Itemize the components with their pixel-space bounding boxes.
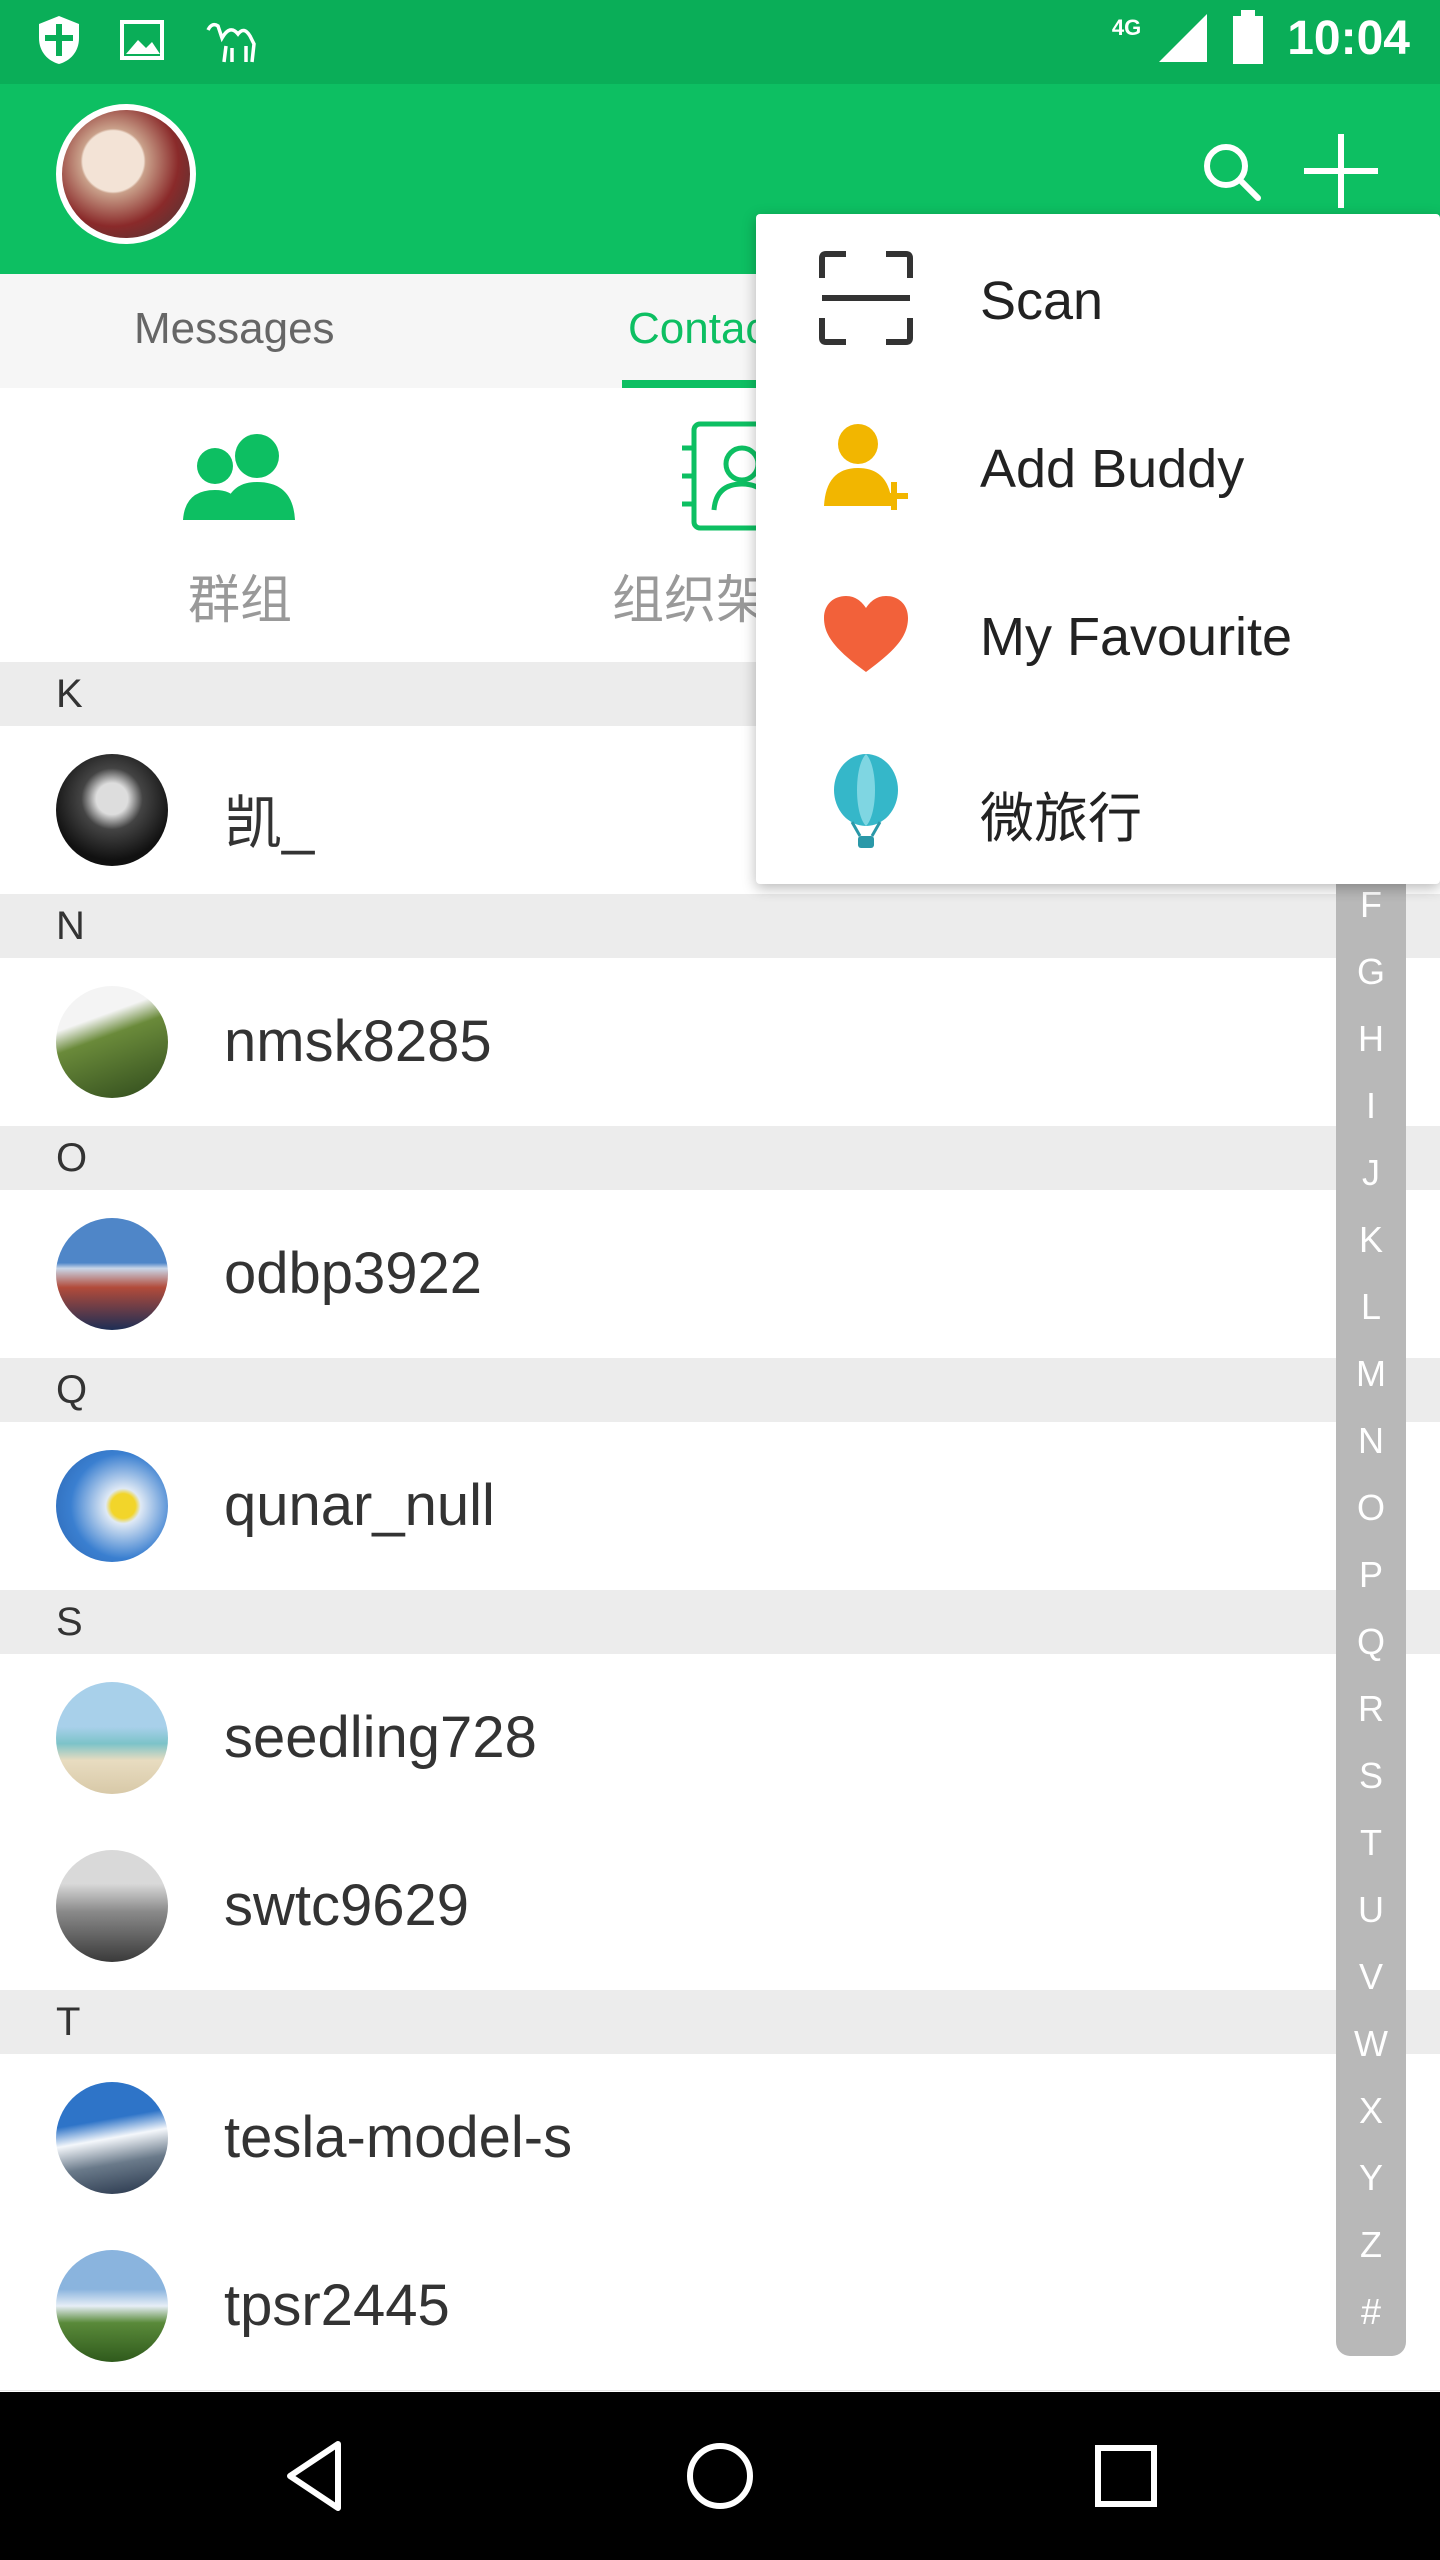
list-item[interactable]: odbp3922 [0, 1190, 1440, 1359]
contact-name: seedling728 [224, 1705, 537, 1770]
camel-icon [206, 22, 256, 63]
contact-name: odbp3922 [224, 1241, 483, 1306]
index-letter[interactable]: N [1336, 1420, 1406, 1462]
index-letter[interactable]: J [1336, 1152, 1406, 1194]
section-header: O [0, 1126, 1440, 1190]
index-letter[interactable]: K [1336, 1219, 1406, 1261]
list-item[interactable]: tesla-model-s [0, 2054, 1440, 2223]
battery-icon [1233, 10, 1264, 64]
menu-item-travel[interactable]: 微旅行 [756, 718, 1440, 886]
avatar [56, 1850, 168, 1962]
navigation-bar [0, 2392, 1440, 2560]
tab-messages[interactable]: Messages [134, 274, 335, 388]
index-letter[interactable]: I [1336, 1085, 1406, 1127]
section-header: Q [0, 1358, 1440, 1422]
contact-name: qunar_null [224, 1473, 495, 1538]
menu-item-scan[interactable]: Scan [756, 214, 1440, 382]
index-letter[interactable]: O [1336, 1487, 1406, 1529]
add-menu-popup: Scan Add Buddy My Favourite 微旅行 [756, 214, 1440, 884]
section-header: S [0, 1590, 1440, 1654]
avatar [56, 2082, 168, 2194]
scan-icon [819, 251, 913, 345]
index-letter[interactable]: V [1336, 1956, 1406, 1998]
shield-icon [39, 16, 79, 64]
avatar [56, 986, 168, 1098]
recents-icon[interactable] [1086, 2436, 1166, 2516]
tab-contacts[interactable]: Contac [628, 274, 767, 388]
list-item[interactable]: nmsk8285 [0, 958, 1440, 1127]
index-letter[interactable]: W [1336, 2023, 1406, 2065]
add-buddy-icon [824, 424, 908, 510]
index-letter[interactable]: T [1336, 1822, 1406, 1864]
list-item[interactable]: tpsr2445 [0, 2222, 1440, 2391]
avatar [56, 1682, 168, 1794]
contact-name: swtc9629 [224, 1873, 470, 1938]
my-avatar[interactable] [56, 104, 196, 244]
index-letter[interactable]: X [1336, 2090, 1406, 2132]
menu-label: 微旅行 [980, 789, 1142, 849]
menu-label: Scan [980, 271, 1104, 331]
signal-icon [1159, 14, 1208, 62]
index-letter[interactable]: # [1336, 2291, 1406, 2333]
network-type: 4G [1111, 15, 1142, 40]
menu-label: My Favourite [980, 607, 1293, 667]
search-icon[interactable] [1196, 136, 1266, 206]
avatar [56, 1450, 168, 1562]
avatar [56, 1218, 168, 1330]
balloon-icon [834, 754, 898, 848]
group-shortcut[interactable]: 群组 [90, 388, 390, 662]
index-letter[interactable]: R [1336, 1688, 1406, 1730]
avatar [56, 2250, 168, 2362]
clock: 10:04 [1287, 11, 1410, 65]
plus-icon[interactable] [1300, 130, 1382, 212]
section-header: N [0, 894, 1440, 958]
menu-item-add-buddy[interactable]: Add Buddy [756, 382, 1440, 550]
index-letter[interactable]: Y [1336, 2157, 1406, 2199]
image-icon [120, 20, 164, 60]
back-icon[interactable] [276, 2436, 356, 2516]
status-bar: 4G 10:04 [0, 0, 1440, 84]
index-letter[interactable]: U [1336, 1889, 1406, 1931]
index-letter[interactable]: L [1336, 1286, 1406, 1328]
contact-name: tesla-model-s [224, 2105, 573, 2170]
contact-name: nmsk8285 [224, 1009, 492, 1074]
group-icon [183, 434, 295, 520]
index-letter[interactable]: F [1336, 884, 1406, 926]
heart-icon [824, 596, 908, 672]
group-label: 群组 [187, 572, 292, 630]
list-item[interactable]: swtc9629 [0, 1822, 1440, 1991]
index-letter[interactable]: Z [1336, 2224, 1406, 2266]
list-item[interactable]: seedling728 [0, 1654, 1440, 1823]
index-letter[interactable]: G [1336, 951, 1406, 993]
index-letter[interactable]: Q [1336, 1621, 1406, 1663]
index-letter[interactable]: H [1336, 1018, 1406, 1060]
list-item[interactable]: qunar_null [0, 1422, 1440, 1591]
menu-item-favourite[interactable]: My Favourite [756, 550, 1440, 718]
section-header: T [0, 1990, 1440, 2054]
index-letter[interactable]: S [1336, 1755, 1406, 1797]
alphabet-index[interactable]: F G H I J K L M N O P Q R S T U V W X Y Z # [1336, 870, 1406, 2356]
menu-label: Add Buddy [980, 439, 1245, 499]
avatar [56, 754, 168, 866]
index-letter[interactable]: P [1336, 1554, 1406, 1596]
home-icon[interactable] [680, 2436, 760, 2516]
contact-name: tpsr2445 [224, 2273, 450, 2338]
index-letter[interactable]: M [1336, 1353, 1406, 1395]
contact-name: 凯_ [224, 791, 315, 856]
